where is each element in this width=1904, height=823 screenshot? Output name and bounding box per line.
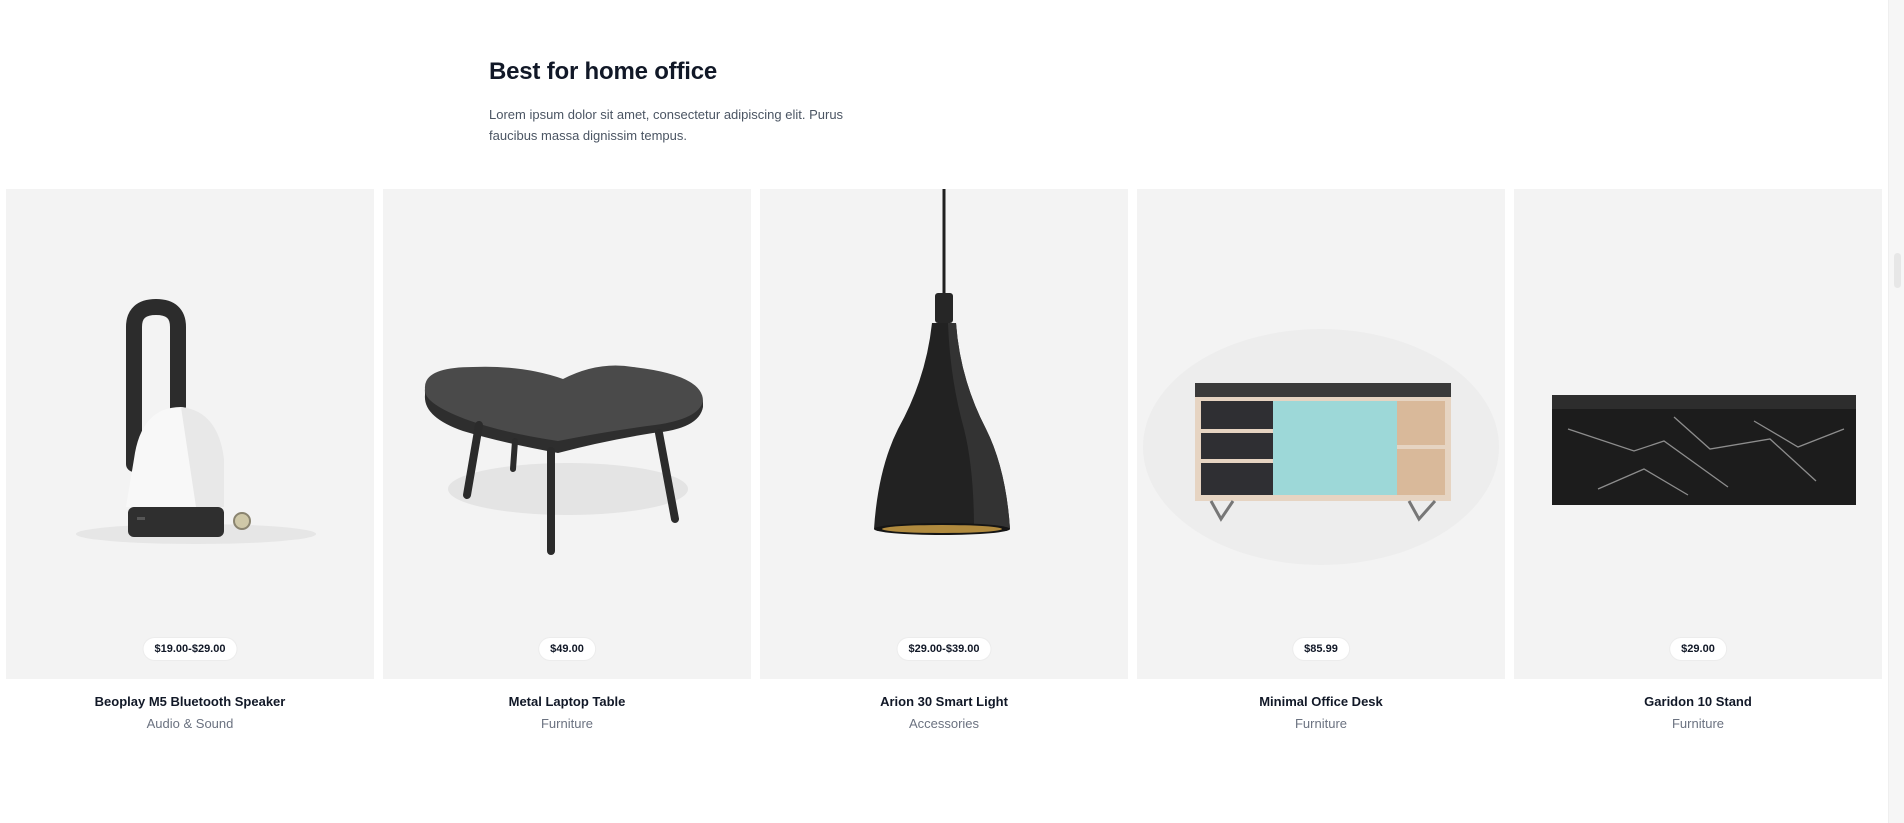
product-category[interactable]: Furniture xyxy=(1514,716,1882,731)
page-scrollbar[interactable] xyxy=(1888,0,1904,823)
product-category[interactable]: Furniture xyxy=(1137,716,1505,731)
scrollbar-thumb[interactable] xyxy=(1894,253,1901,288)
product-name[interactable]: Metal Laptop Table xyxy=(383,694,751,709)
product-name[interactable]: Minimal Office Desk xyxy=(1137,694,1505,709)
sideboard-image xyxy=(1143,329,1499,565)
product-category[interactable]: Accessories xyxy=(760,716,1128,731)
product-card-garidon-stand[interactable]: $29.00 Garidon 10 Stand Furniture xyxy=(1514,189,1882,731)
product-card-beoplay-speaker[interactable]: $19.00-$29.00 Beoplay M5 Bluetooth Speak… xyxy=(6,189,374,731)
price-badge: $19.00-$29.00 xyxy=(143,638,237,660)
product-image-area[interactable]: $29.00-$39.00 xyxy=(760,189,1128,679)
product-image-area[interactable]: $29.00 xyxy=(1514,189,1882,679)
product-grid: $19.00-$29.00 Beoplay M5 Bluetooth Speak… xyxy=(6,189,1882,731)
product-name[interactable]: Beoplay M5 Bluetooth Speaker xyxy=(6,694,374,709)
lantern-speaker-image xyxy=(76,298,316,544)
product-category[interactable]: Audio & Sound xyxy=(6,716,374,731)
price-badge: $29.00 xyxy=(1670,638,1726,660)
price-badge: $49.00 xyxy=(539,638,595,660)
product-name[interactable]: Arion 30 Smart Light xyxy=(760,694,1128,709)
section-header: Best for home office Lorem ipsum dolor s… xyxy=(489,58,869,146)
section-title: Best for home office xyxy=(489,58,718,85)
price-badge: $29.00-$39.00 xyxy=(897,638,991,660)
pendant-lamp-image xyxy=(874,189,1010,535)
price-badge: $85.99 xyxy=(1293,638,1349,660)
low-table-image xyxy=(424,365,703,555)
product-category[interactable]: Furniture xyxy=(383,716,751,731)
product-name[interactable]: Garidon 10 Stand xyxy=(1514,694,1882,709)
product-card-minimal-office-desk[interactable]: $85.99 Minimal Office Desk Furniture xyxy=(1137,189,1505,731)
product-card-arion-smart-light[interactable]: $29.00-$39.00 Arion 30 Smart Light Acces… xyxy=(760,189,1128,731)
marble-block-image xyxy=(1552,395,1856,505)
product-card-metal-laptop-table[interactable]: $49.00 Metal Laptop Table Furniture xyxy=(383,189,751,731)
product-image-area[interactable]: $85.99 xyxy=(1137,189,1505,679)
product-image-area[interactable]: $19.00-$29.00 xyxy=(6,189,374,679)
section-description: Lorem ipsum dolor sit amet, consectetur … xyxy=(489,107,844,143)
product-image-area[interactable]: $49.00 xyxy=(383,189,751,679)
